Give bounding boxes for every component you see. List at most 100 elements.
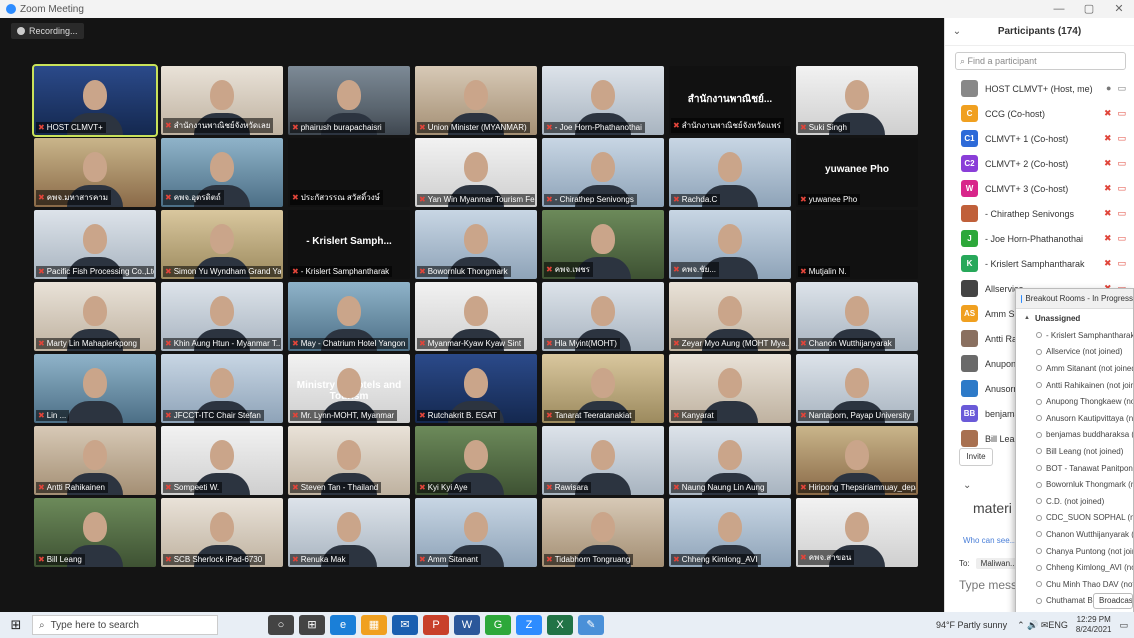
video-tile[interactable]: - Krislert Samph... ✖ - Krislert Samphanth…	[288, 210, 410, 279]
minimize-button[interactable]: —	[1044, 0, 1074, 18]
taskbar-app-icon[interactable]: ▦	[361, 615, 387, 635]
breakout-participant-item[interactable]: benjamas buddharaksa (not joined)	[1016, 427, 1133, 444]
video-tile[interactable]: ✖ Bowornluk Thongmark	[415, 210, 537, 279]
breakout-participant-item[interactable]: Bill Leang (not joined)	[1016, 443, 1133, 460]
taskbar-app-icon[interactable]: P	[423, 615, 449, 635]
video-tile[interactable]: ✖ May - Chatrium Hotel Yangon	[288, 282, 410, 351]
breakout-participant-item[interactable]: Anusorn Kautipvittaya (not joined)	[1016, 410, 1133, 427]
breakout-participant-item[interactable]: Allservice (not joined)	[1016, 344, 1133, 361]
taskbar-app-icon[interactable]: G	[485, 615, 511, 635]
video-tile[interactable]: ✖ Naung Naung Lin Aung	[669, 426, 791, 495]
video-tile[interactable]: ✖ คพจ.มหาสารคาม	[34, 138, 156, 207]
video-tile[interactable]: Ministry of Hotels and Tourism✖Mr. Lynn-…	[288, 354, 410, 423]
video-tile[interactable]: ✖ Zeyar Myo Aung (MOHT Mya...	[669, 282, 791, 351]
video-tile[interactable]: ✖ Yan Win Myanmar Tourism Fe...	[415, 138, 537, 207]
taskbar-search-input[interactable]: ⌕ Type here to search	[32, 615, 218, 635]
video-tile[interactable]: ✖ Tanarat Teeratanakiat	[542, 354, 664, 423]
breakout-participant-item[interactable]: Chanya Puntong (not joined)	[1016, 543, 1133, 560]
video-tile[interactable]: ✖ Chheng Kimlong_AVI	[669, 498, 791, 567]
taskbar-app-icon[interactable]: Z	[516, 615, 542, 635]
breakout-participant-item[interactable]: Chanon Wutthijanyarak (not joined)	[1016, 526, 1133, 543]
breakout-participant-item[interactable]: C.D. (not joined)	[1016, 493, 1133, 510]
chat-chevron-icon[interactable]: ⌄	[963, 480, 971, 491]
weather-widget[interactable]: 94°F Partly sunny	[936, 620, 1007, 630]
video-tile[interactable]: ✖ Rachda.C	[669, 138, 791, 207]
breakout-participant-item[interactable]: Chheng Kimlong_AVI (not joined)	[1016, 559, 1133, 576]
taskbar-app-icon[interactable]: ⊞	[299, 615, 325, 635]
video-tile[interactable]: ✖ Steven Tan - Thailand	[288, 426, 410, 495]
broadcast-button[interactable]: Broadcast	[1093, 593, 1133, 609]
video-tile[interactable]: ✖ Lin ...	[34, 354, 156, 423]
participant-search-input[interactable]: ⌕ Find a participant	[955, 52, 1126, 70]
video-tile[interactable]: สำนักงานพาณิชย์... ✖ สำนักงานพาณิชย์จังหวั…	[669, 66, 791, 135]
video-tile[interactable]: ✖ Mutjalin N.	[796, 210, 918, 279]
maximize-button[interactable]: ▢	[1074, 0, 1104, 18]
breakout-participant-item[interactable]: CDC_SUON SOPHAL (not joined)	[1016, 510, 1133, 527]
video-tile[interactable]: ✖ คพจ.ชัย...	[669, 210, 791, 279]
breakout-participant-item[interactable]: Antti Rahikainen (not joined)	[1016, 377, 1133, 394]
video-tile[interactable]: ✖ Amm Sitanant	[415, 498, 537, 567]
participant-row[interactable]: HOST CLMVT+ (Host, me) ● ▭	[945, 76, 1134, 101]
who-can-see-label[interactable]: Who can see...	[963, 536, 1016, 545]
close-button[interactable]: ✕	[1104, 0, 1134, 18]
language-indicator[interactable]: ENG	[1048, 620, 1068, 630]
video-tile[interactable]: ✖ Rawisara	[542, 426, 664, 495]
windows-start-icon[interactable]: ⊞	[0, 617, 32, 633]
video-tile[interactable]: ✖ Simon Yu Wyndham Grand Ya...	[161, 210, 283, 279]
breakout-group[interactable]: ▲ Unassigned	[1016, 309, 1133, 327]
clock[interactable]: 12:29 PM 8/24/2021	[1076, 615, 1112, 635]
video-tile[interactable]: yuwanee Pho ✖ yuwanee Pho	[796, 138, 918, 207]
video-tile[interactable]: ✖ Kanyarat	[669, 354, 791, 423]
video-tile[interactable]: ✖ Nantaporn, Payap University	[796, 354, 918, 423]
notification-icon[interactable]: ▭	[1119, 620, 1128, 631]
breakout-participant-item[interactable]: Anupong Thongkaew (not joined)	[1016, 393, 1133, 410]
video-tile[interactable]: ✖ SCB Sherlock iPad-6730	[161, 498, 283, 567]
video-tile[interactable]: ✖ phairush burapachaisri	[288, 66, 410, 135]
participant-row[interactable]: C CCG (Co-host) ✖ ▭	[945, 101, 1134, 126]
participant-row[interactable]: W CLMVT+ 3 (Co-host) ✖ ▭	[945, 176, 1134, 201]
video-tile[interactable]: ✖ Renuka Mak	[288, 498, 410, 567]
video-tile[interactable]: ✖ คพจ.อุตรดิตถ์	[161, 138, 283, 207]
video-tile[interactable]: ✖ - Chirathep Senivongs	[542, 138, 664, 207]
taskbar-app-icon[interactable]: e	[330, 615, 356, 635]
video-tile[interactable]: ✖ คพจ.สาขอน	[796, 498, 918, 567]
video-tile[interactable]: ✖ Union Minister (MYANMAR)	[415, 66, 537, 135]
taskbar-app-icon[interactable]: ✉	[392, 615, 418, 635]
video-tile[interactable]: ✖ Hla Myint(MOHT)	[542, 282, 664, 351]
taskbar-app-icon[interactable]: ○	[268, 615, 294, 635]
invite-button[interactable]: Invite	[959, 448, 993, 466]
recording-indicator[interactable]: Recording...	[11, 23, 84, 39]
participant-row[interactable]: - Chirathep Senivongs ✖ ▭	[945, 201, 1134, 226]
breakout-participant-item[interactable]: BOT - Tanawat Panitpongorn	[1016, 460, 1133, 477]
taskbar-app-icon[interactable]: X	[547, 615, 573, 635]
video-tile[interactable]: ✖ JFCCT-ITC Chair Stefan	[161, 354, 283, 423]
breakout-participant-item[interactable]: - Krislert Samphantharak (not joined)	[1016, 327, 1133, 344]
video-tile[interactable]: ✖ - Joe Horn-Phathanothai	[542, 66, 664, 135]
breakout-participant-item[interactable]: Chu Minh Thao DAV (not joined)	[1016, 576, 1133, 593]
participant-row[interactable]: C2 CLMVT+ 2 (Co-host) ✖ ▭	[945, 151, 1134, 176]
video-tile[interactable]: ✖ Antti Rahikainen	[34, 426, 156, 495]
video-tile[interactable]: ✖ Hiripong Thepsiriamnuay_depa	[796, 426, 918, 495]
breakout-participant-item[interactable]: Amm Sitanant (not joined)	[1016, 360, 1133, 377]
tray-icons[interactable]: ⌃ 🔊 ✉	[1017, 620, 1048, 631]
video-tile[interactable]: ✖ Khin Aung Htun - Myanmar T...	[161, 282, 283, 351]
video-tile[interactable]: ✖ Marty Lin Mahaplerkpong	[34, 282, 156, 351]
video-tile[interactable]: ✖ Pacific Fish Processing Co.,Ltd	[34, 210, 156, 279]
video-tile[interactable]: ✖ Tidabhorn Tongruang	[542, 498, 664, 567]
video-tile[interactable]: ✖ Rutchakrit B. EGAT	[415, 354, 537, 423]
taskbar-app-icon[interactable]: W	[454, 615, 480, 635]
video-tile[interactable]: ✖ สำนักงานพาณิชย์จังหวัดเลย	[161, 66, 283, 135]
video-tile[interactable]: ✖ Suki Singh	[796, 66, 918, 135]
participant-row[interactable]: C1 CLMVT+ 1 (Co-host) ✖ ▭	[945, 126, 1134, 151]
video-tile[interactable]: ✖ Myanmar-Kyaw Kyaw Sint	[415, 282, 537, 351]
video-tile[interactable]: ✖ ประกัสวรรณ สวัสดิ์วงษ์	[288, 138, 410, 207]
participant-row[interactable]: J- Joe Horn-Phathanothai ✖ ▭	[945, 226, 1134, 251]
breakout-participant-item[interactable]: Bowornluk Thongmark (not joined)	[1016, 476, 1133, 493]
video-tile[interactable]: ✖ Kyi Kyi Aye	[415, 426, 537, 495]
video-tile[interactable]: ✖ Chanon Wutthijanyarak	[796, 282, 918, 351]
video-tile[interactable]: ✖ HOST CLMVT+	[32, 64, 158, 137]
video-tile[interactable]: ✖ คพจ.เพชร	[542, 210, 664, 279]
video-tile[interactable]: ✖ Sompeeti W.	[161, 426, 283, 495]
taskbar-app-icon[interactable]: ✎	[578, 615, 604, 635]
participant-row[interactable]: K- Krislert Samphantharak ✖ ▭	[945, 251, 1134, 276]
